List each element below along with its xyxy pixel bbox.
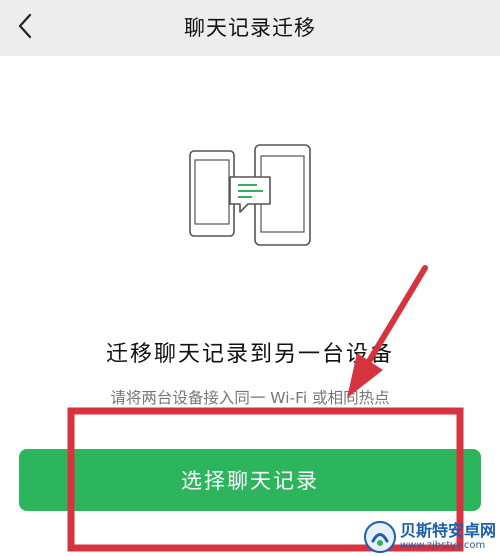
instruction-text: 请将两台设备接入同一 Wi-Fi 或相同热点 [110,389,390,407]
watermark-name: 贝斯特安卓网 [399,521,496,540]
navigation-bar: 聊天记录迁移 [0,0,500,56]
phone-to-phone-transfer-icon [189,144,311,246]
watermark: 贝斯特安卓网 www.zjbstyy.com [363,520,496,554]
main-heading: 迁移聊天记录到另一台设备 [105,342,394,367]
page-title: 聊天记录迁移 [184,16,316,40]
site-logo-icon [363,521,396,553]
select-chat-history-button[interactable]: 选择聊天记录 [19,449,481,511]
watermark-url: www.zjbstyy.com [399,540,486,551]
select-chat-history-label: 选择聊天记录 [181,469,319,493]
